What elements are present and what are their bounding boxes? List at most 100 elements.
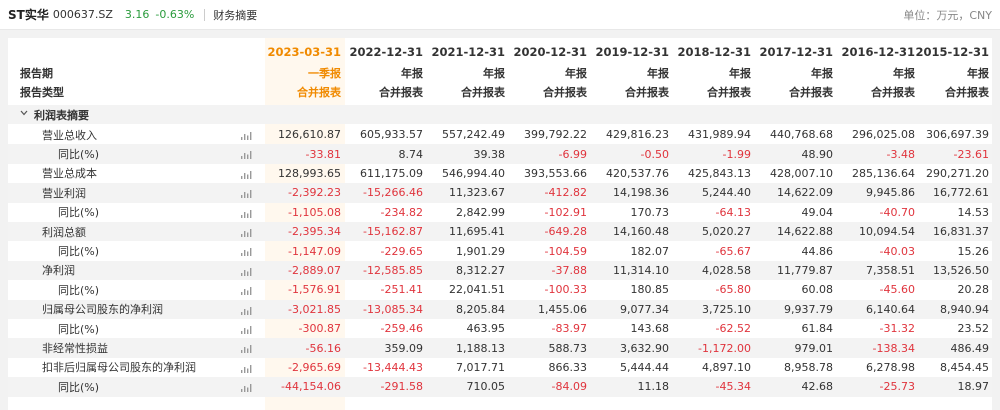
bar-chart-icon[interactable] [240, 343, 252, 354]
bar-chart-icon[interactable] [240, 382, 252, 393]
table-cell: -259.46 [380, 322, 423, 336]
table-row: 归属母公司股东的净利润 -3,021.85 -13,085.34 8,205.84 1,… [8, 299, 992, 319]
section-toggle[interactable]: 利润表摘要 [20, 105, 89, 124]
table-cell: -13,085.34 [363, 302, 423, 316]
table-cell: -1,172.00 [698, 341, 751, 355]
table-cell: -104.59 [544, 244, 587, 258]
column-period: 年报 [401, 66, 423, 80]
chevron-down-icon[interactable] [20, 109, 28, 117]
column-date: 2020-12-31 [513, 44, 587, 59]
table-cell: 182.07 [630, 244, 670, 258]
section-title: 利润表摘要 [34, 108, 89, 122]
table-cell: -100.33 [544, 283, 587, 297]
bar-chart-icon[interactable] [240, 208, 252, 218]
table-cell: 5,444.44 [620, 360, 669, 374]
table-cell: 18.97 [957, 380, 990, 394]
table-cell: 588.73 [548, 341, 588, 355]
table-cell: 9,937.79 [784, 302, 833, 316]
table-row: 扣非后归属母公司股东的净利润 -2,965.69 -13,444.43 7,017.7… [8, 358, 992, 377]
table-cell: -15,162.87 [363, 225, 423, 239]
bar-chart-icon[interactable] [240, 227, 252, 237]
row-label: 扣非后归属母公司股东的净利润 [42, 361, 196, 375]
column-date: 2018-12-31 [677, 44, 751, 59]
page-title: 财务摘要 [213, 8, 258, 22]
table-cell: 5,020.27 [702, 225, 751, 239]
table-cell: 126,610.87 [278, 128, 341, 142]
table-cell: -45.60 [879, 283, 915, 297]
table-cell: 14,622.88 [777, 225, 833, 239]
row-label: 同比(%) [58, 245, 100, 259]
bar-chart-icon[interactable] [240, 246, 252, 257]
header-row-dates: 2023-03-31 2022-12-31 2021-12-31 2020-12-31… [8, 42, 992, 61]
table-cell: 13,526.50 [933, 263, 989, 277]
bar-chart-icon[interactable] [240, 169, 252, 179]
table-cell: 429,816.23 [606, 128, 669, 142]
table-cell: 5,244.40 [702, 186, 751, 200]
row-label: 同比(%) [58, 148, 100, 162]
table-cell: 14,160.48 [613, 225, 669, 239]
table-cell: 6,140.64 [866, 302, 915, 316]
table-cell: -15,266.46 [363, 186, 423, 200]
table-cell: 3,632.90 [620, 341, 669, 355]
column-period: 一季报 [308, 66, 341, 80]
column-type: 合并报表 [461, 85, 505, 99]
column-period: 年报 [893, 66, 915, 80]
column-period: 年报 [647, 66, 669, 80]
header-row-period: 报告期 一季报 年报 年报 年报 年报 年报 年报 年报 年报 [8, 63, 992, 82]
table-cell: 20.28 [957, 283, 990, 297]
table-cell: 866.33 [548, 360, 588, 374]
row-label-period: 报告期 [20, 66, 53, 80]
table-cell: -65.80 [715, 283, 751, 297]
bar-chart-icon[interactable] [240, 363, 252, 373]
table-cell: -234.82 [380, 205, 423, 219]
table-cell: -2,965.69 [288, 360, 341, 374]
bar-chart-icon[interactable] [240, 305, 252, 315]
row-label: 同比(%) [58, 283, 100, 297]
row-label: 同比(%) [58, 206, 100, 220]
table-row: 营业总成本 128,993.65 611,175.09 546,994.40 393,5… [8, 164, 992, 183]
table-cell: 14.53 [957, 205, 990, 219]
table-cell: -102.91 [544, 205, 587, 219]
bar-chart-icon[interactable] [240, 130, 252, 140]
table-cell: 48.90 [801, 147, 834, 161]
table-cell: -31.32 [879, 322, 915, 336]
table-cell: 979.01 [794, 341, 834, 355]
table-cell: 1,455.06 [538, 302, 587, 316]
table-cell: 16,831.37 [933, 225, 989, 239]
unit-label: 单位：万元，CNY [903, 8, 992, 22]
table-row: 营业利润 -2,392.23 -15,266.46 11,323.67 -412.82 1… [8, 183, 992, 203]
table-cell: 2,842.99 [456, 205, 505, 219]
stock-name[interactable]: ST实华 [8, 6, 49, 23]
bar-chart-icon[interactable] [240, 188, 252, 199]
bar-chart-icon[interactable] [240, 285, 252, 296]
table-cell: -2,395.34 [288, 225, 341, 239]
bar-chart-icon[interactable] [240, 266, 252, 276]
column-type: 合并报表 [945, 85, 989, 99]
table-cell: -138.34 [872, 341, 915, 355]
table-cell: 23.52 [957, 322, 990, 336]
table-cell: -0.50 [640, 147, 669, 161]
table-cell: 44.86 [801, 244, 834, 258]
table-cell: -40.70 [879, 205, 915, 219]
column-type: 合并报表 [379, 85, 423, 99]
bar-chart-icon[interactable] [240, 324, 252, 334]
bar-chart-icon[interactable] [240, 149, 252, 160]
row-label: 利润总额 [42, 225, 86, 239]
table-cell: 61.84 [801, 322, 834, 336]
table-cell: -1,576.91 [288, 283, 341, 297]
column-type: 合并报表 [871, 85, 915, 99]
table-cell: -1,147.09 [288, 244, 341, 258]
table-cell: -62.52 [715, 322, 751, 336]
table-cell: 296,025.08 [852, 128, 915, 142]
table-row: 同比(%) -1,105.08 -234.82 2,842.99 -102.91 170.… [8, 203, 992, 222]
table-row: 同比(%) -1,147.09 -229.65 1,901.29 -104.59 182.… [8, 241, 992, 260]
table-cell: 8.74 [398, 147, 424, 161]
table-cell: -1,105.08 [288, 205, 341, 219]
table-cell: 306,697.39 [926, 128, 989, 142]
table-cell: -412.82 [544, 186, 587, 200]
table-cell: -3,021.85 [288, 302, 341, 316]
table-cell: 42.68 [801, 380, 834, 394]
table-cell: 1,188.13 [456, 341, 505, 355]
table-cell: 7,017.71 [456, 360, 505, 374]
table-cell: 16,772.61 [933, 186, 989, 200]
